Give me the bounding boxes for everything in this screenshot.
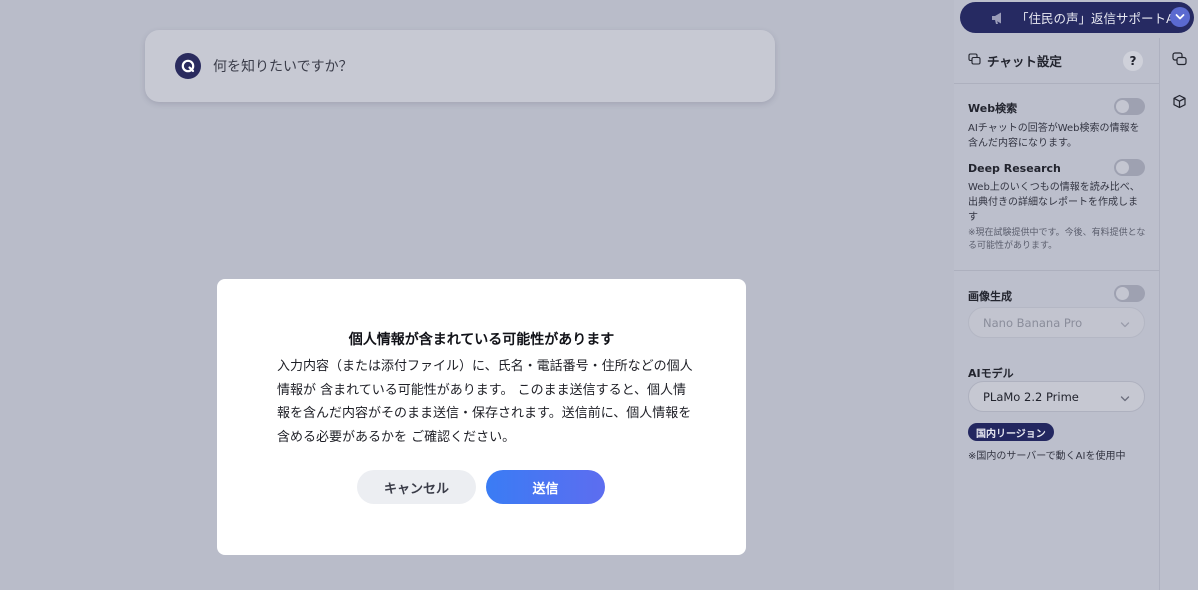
web-search-desc: AIチャットの回答がWeb検索の情報を含んだ内容になります。 <box>968 123 1140 149</box>
chevron-down-icon <box>1120 392 1130 406</box>
help-button[interactable]: ? <box>1123 51 1143 71</box>
image-model-select: Nano Banana Pro <box>968 307 1145 338</box>
cube-icon[interactable] <box>1172 94 1187 113</box>
deep-research-note: ※現在試験提供中です。今後、有料提供となる可能性があります。 <box>968 228 1146 251</box>
send-button[interactable]: 送信 <box>486 470 605 504</box>
chevron-down-icon <box>1120 318 1130 332</box>
deep-research-desc: Web上のいくつもの情報を読み比べ、出典付きの詳細なレポートを作成します <box>968 182 1140 223</box>
ai-model-select[interactable]: PLaMo 2.2 Prime <box>968 381 1145 412</box>
chat-bubbles-icon[interactable] <box>1172 52 1187 71</box>
cancel-button[interactable]: キャンセル <box>357 470 476 504</box>
question-input-bar[interactable]: 何を知りたいですか？ <box>145 30 775 102</box>
section-divider <box>954 270 1159 271</box>
image-model-value: Nano Banana Pro <box>983 315 1083 330</box>
chevron-down-icon[interactable] <box>1170 7 1190 27</box>
panel-title: チャット設定 <box>987 54 1062 69</box>
web-search-toggle[interactable] <box>1114 98 1145 115</box>
panel-divider <box>1159 38 1160 590</box>
q-logo-icon <box>175 53 201 79</box>
question-placeholder: 何を知りたいですか？ <box>213 59 353 75</box>
region-badge: 国内リージョン <box>968 423 1054 441</box>
assistant-name: 「住民の声」返信サポートAI <box>1016 11 1179 26</box>
ai-model-label: AIモデル <box>968 367 1014 380</box>
assistant-selector[interactable]: 「住民の声」返信サポートAI <box>960 2 1194 33</box>
dialog-body: 入力内容（または添付ファイル）に、氏名・電話番号・住所などの個人情報が 含まれて… <box>277 359 693 445</box>
region-note: ※国内のサーバーで動くAIを使用中 <box>968 451 1126 462</box>
ai-model-value: PLaMo 2.2 Prime <box>983 389 1079 404</box>
dialog-title: 個人情報が含まれている可能性があります <box>348 332 615 348</box>
chat-settings-icon <box>968 51 981 70</box>
ai-model-setting: AIモデル <box>968 365 1146 381</box>
panel-header: チャット設定 ? <box>954 38 1159 84</box>
deep-research-toggle[interactable] <box>1114 159 1145 176</box>
personal-info-warning-dialog: 個人情報が含まれている可能性があります 入力内容（または添付ファイル）に、氏名・… <box>217 279 746 555</box>
megaphone-icon <box>990 11 1006 25</box>
image-gen-toggle[interactable] <box>1114 285 1145 302</box>
